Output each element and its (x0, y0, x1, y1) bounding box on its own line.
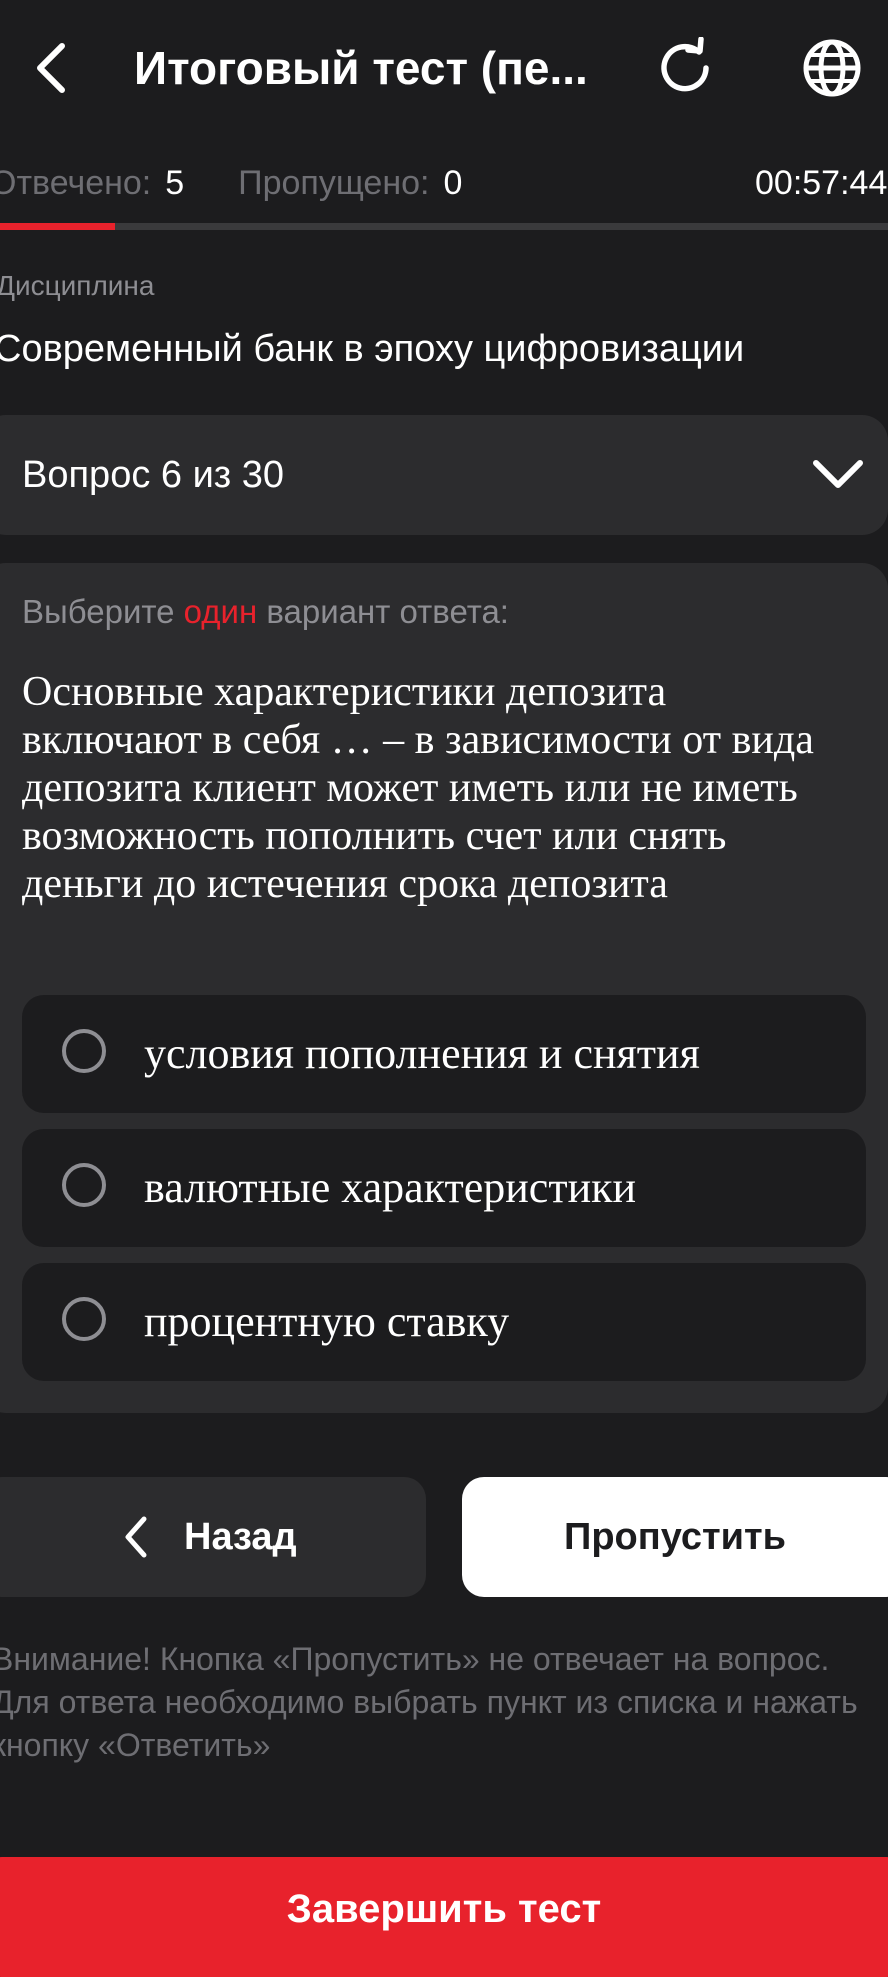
answer-option-label: условия пополнения и снятия (144, 1029, 700, 1078)
discipline-name: Современный банк в эпоху цифровизации (0, 328, 745, 370)
chevron-down-icon (813, 460, 863, 488)
refresh-button[interactable] (650, 32, 720, 104)
answered-label: Отвечено: (0, 164, 152, 202)
page-title: Итоговый тест (пе... (134, 42, 588, 94)
instruction-prefix: Выберите (22, 593, 175, 630)
timer: 00:57:44 (755, 164, 888, 202)
previous-button-label: Назад (184, 1516, 297, 1558)
radio-button-icon[interactable] (62, 1029, 106, 1073)
globe-icon (803, 39, 861, 97)
finish-button-label: Завершить тест (286, 1887, 602, 1931)
previous-question-button[interactable]: Назад (0, 1477, 426, 1597)
instruction-suffix: вариант ответа: (266, 593, 509, 630)
radio-button-icon[interactable] (62, 1163, 106, 1207)
chevron-left-icon (125, 1516, 147, 1558)
skipped-count: 0 (443, 164, 463, 202)
skip-warning: Внимание! Кнопка «Пропустить» не отвечае… (0, 1641, 858, 1763)
discipline-label: Дисциплина (0, 270, 155, 301)
answered-count: 5 (165, 164, 185, 202)
refresh-icon (661, 37, 709, 92)
progress-bar (0, 223, 888, 230)
language-button[interactable] (797, 32, 867, 104)
answer-stats: Отвечено: 5 Пропущено: 0 (0, 160, 462, 206)
answer-option[interactable]: валютные характеристики (22, 1129, 866, 1247)
answer-option[interactable]: процентную ставку (22, 1263, 866, 1381)
question-selector[interactable]: Вопрос 6 из 30 (0, 415, 888, 535)
question-text: Основные характеристики депозита включаю… (22, 669, 814, 907)
back-button[interactable] (22, 36, 78, 100)
question-number: Вопрос 6 из 30 (22, 454, 285, 496)
instruction-accent: один (183, 593, 258, 630)
skipped-label: Пропущено: (238, 164, 430, 202)
answer-instruction: Выберите один вариант ответа: (22, 590, 509, 634)
radio-button-icon[interactable] (62, 1297, 106, 1341)
progress-fill (0, 223, 116, 230)
answer-option[interactable]: условия пополнения и снятия (22, 995, 866, 1113)
answer-option-label: валютные характеристики (144, 1163, 637, 1212)
chevron-left-icon (37, 43, 65, 93)
finish-test-button[interactable]: Завершить тест (0, 1857, 888, 1977)
answer-option-label: процентную ставку (144, 1297, 510, 1346)
skip-button-label: Пропустить (564, 1516, 786, 1558)
skip-button[interactable]: Пропустить (462, 1477, 888, 1597)
